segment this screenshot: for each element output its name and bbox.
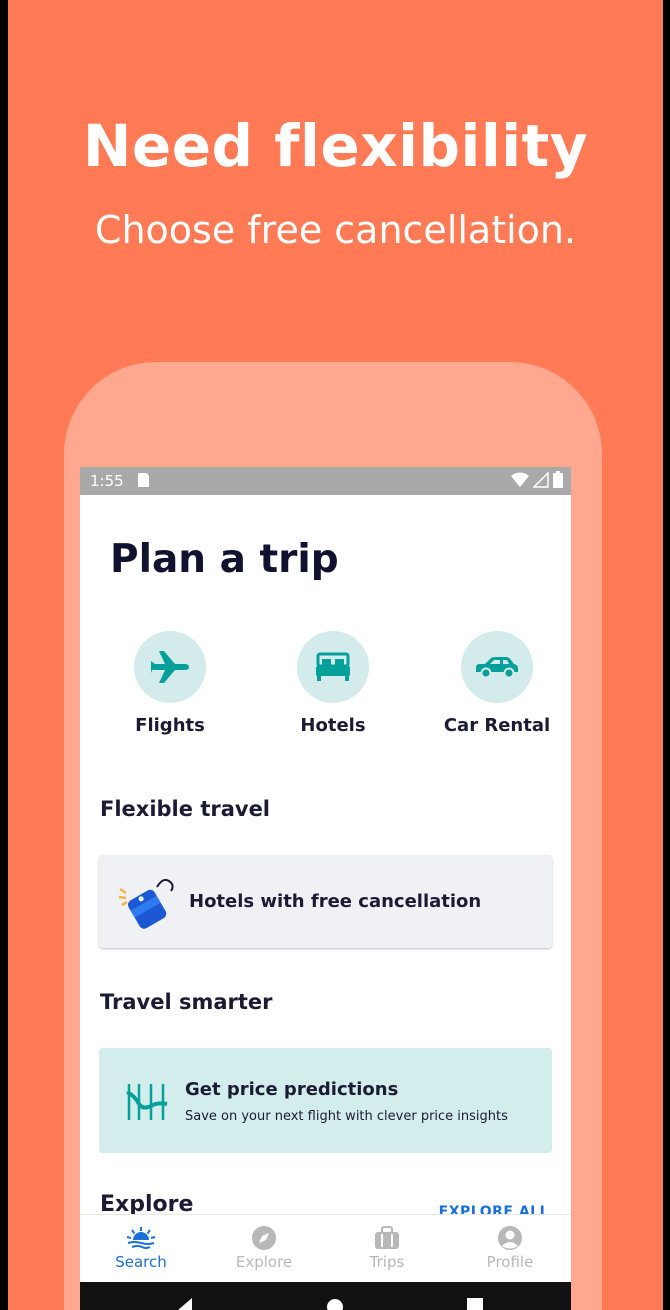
chart-trend-icon (126, 1084, 168, 1120)
tab-search[interactable]: Search (86, 1223, 196, 1271)
status-time: 1:55 (90, 472, 124, 490)
status-bar: 1:55 (80, 467, 571, 495)
tab-label: Profile (486, 1253, 534, 1271)
price-predictions-title: Get price predictions (185, 1079, 399, 1100)
recents-icon[interactable] (466, 1296, 484, 1310)
tab-label: Search (115, 1253, 167, 1271)
app-screen: 1:55 Plan a trip Flights Hotels Car Rent… (80, 467, 571, 1310)
compass-icon (252, 1226, 276, 1250)
home-icon[interactable] (324, 1296, 346, 1310)
price-predictions-card[interactable]: Get price predictions Save on your next … (99, 1048, 552, 1153)
category-label: Hotels (300, 715, 366, 736)
category-flights[interactable]: Flights (105, 631, 235, 736)
car-icon (476, 657, 518, 679)
wifi-icon (511, 472, 529, 487)
flexible-travel-heading: Flexible travel (100, 797, 271, 821)
tab-label: Explore (235, 1253, 293, 1271)
category-label: Flights (135, 715, 205, 736)
category-hotels[interactable]: Hotels (268, 631, 398, 736)
person-icon (498, 1226, 522, 1250)
tab-profile[interactable]: Profile (455, 1223, 565, 1271)
bed-icon (316, 652, 350, 681)
signal-icon (533, 471, 549, 488)
tab-trips[interactable]: Trips (332, 1223, 442, 1271)
tab-label: Trips (369, 1253, 405, 1271)
page-title: Plan a trip (110, 537, 339, 582)
promo-subline: Choose free cancellation. (94, 208, 577, 252)
back-icon[interactable] (170, 1294, 196, 1310)
battery-icon (553, 471, 563, 488)
system-navigation-bar (80, 1282, 571, 1310)
free-cancellation-label: Hotels with free cancellation (189, 891, 482, 912)
free-cancellation-card[interactable]: Hotels with free cancellation (99, 855, 552, 948)
promo-headline: Need flexibility (82, 112, 589, 180)
price-predictions-subtitle: Save on your next flight with clever pri… (185, 1109, 508, 1124)
briefcase-icon (375, 1226, 399, 1249)
bottom-navigation: Search Explore Trips Profile (80, 1214, 571, 1283)
category-label: Car Rental (443, 715, 551, 736)
airplane-icon (151, 651, 189, 683)
category-car-rental[interactable]: Car Rental (432, 631, 562, 736)
travel-smarter-heading: Travel smarter (100, 990, 273, 1014)
tab-explore[interactable]: Explore (209, 1223, 319, 1271)
sd-card-icon (138, 473, 149, 487)
price-tag-icon (118, 878, 174, 929)
search-sun-icon (126, 1227, 156, 1249)
